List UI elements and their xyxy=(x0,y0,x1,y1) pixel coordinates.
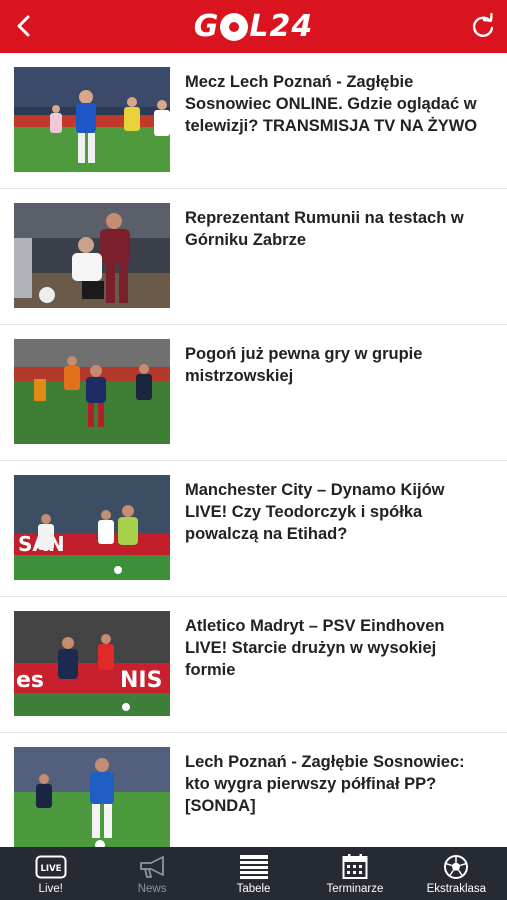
article-thumbnail xyxy=(14,203,170,308)
article-item[interactable]: SAN Manchester City – Dynamo Kijów LIVE!… xyxy=(0,461,507,597)
gol24-logo: G L24 xyxy=(193,9,314,44)
bottom-tab-bar: LIVE Live! News Tabele Terminarze Ekstra… xyxy=(0,847,507,900)
back-button[interactable] xyxy=(6,8,42,44)
article-item[interactable]: es NIS Atletico Madryt – PSV Eindhoven L… xyxy=(0,597,507,733)
article-thumbnail xyxy=(14,67,170,172)
megaphone-icon xyxy=(140,856,165,878)
app-header: G L24 xyxy=(0,0,507,53)
article-item[interactable]: Mecz Lech Poznań - Zagłębie Sosnowiec ON… xyxy=(0,53,507,189)
svg-text:NIS: NIS xyxy=(120,668,162,693)
ball-logo-mark xyxy=(220,12,249,41)
article-thumbnail: es NIS xyxy=(14,611,170,716)
tab-live[interactable]: LIVE Live! xyxy=(0,847,101,900)
article-title[interactable]: Atletico Madryt – PSV Eindhoven LIVE! St… xyxy=(185,615,490,681)
tab-label: Ekstraklasa xyxy=(426,883,487,895)
refresh-icon xyxy=(472,13,494,37)
refresh-button[interactable] xyxy=(465,8,501,44)
tab-label: News xyxy=(137,883,167,895)
tab-label: Live! xyxy=(38,883,63,895)
tab-terminarze[interactable]: Terminarze xyxy=(304,847,405,900)
article-title[interactable]: Lech Poznań - Zagłębie Sosnowiec: kto wy… xyxy=(185,751,490,817)
article-item[interactable]: Lech Poznań - Zagłębie Sosnowiec: kto wy… xyxy=(0,733,507,847)
football-icon xyxy=(444,855,469,879)
calendar-icon xyxy=(342,854,368,879)
article-thumbnail xyxy=(14,339,170,444)
table-icon xyxy=(239,855,268,879)
tab-ekstraklasa[interactable]: Ekstraklasa xyxy=(406,847,507,900)
tab-label: Tabele xyxy=(236,883,271,895)
svg-text:LIVE: LIVE xyxy=(40,864,61,874)
tab-news[interactable]: News xyxy=(101,847,202,900)
article-title[interactable]: Reprezentant Rumunii na testach w Górnik… xyxy=(185,207,490,251)
article-title[interactable]: Pogoń już pewna gry w grupie mistrzowski… xyxy=(185,343,490,387)
article-item[interactable]: Reprezentant Rumunii na testach w Górnik… xyxy=(0,189,507,325)
tab-tabele[interactable]: Tabele xyxy=(203,847,304,900)
article-thumbnail: SAN xyxy=(14,475,170,580)
article-title[interactable]: Manchester City – Dynamo Kijów LIVE! Czy… xyxy=(185,479,490,545)
svg-text:es: es xyxy=(16,668,44,693)
live-icon: LIVE xyxy=(35,855,67,879)
article-list[interactable]: Mecz Lech Poznań - Zagłębie Sosnowiec ON… xyxy=(0,53,507,847)
article-thumbnail xyxy=(14,747,170,847)
article-item[interactable]: Pogoń już pewna gry w grupie mistrzowski… xyxy=(0,325,507,461)
tab-label: Terminarze xyxy=(326,883,384,895)
chevron-left-icon xyxy=(17,15,30,37)
article-title[interactable]: Mecz Lech Poznań - Zagłębie Sosnowiec ON… xyxy=(185,71,490,137)
